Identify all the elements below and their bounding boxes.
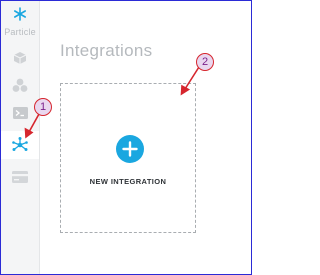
callout-2-arrow — [184, 66, 200, 90]
annotation-arrows — [24, 66, 200, 139]
callout-2-badge: 2 — [196, 53, 214, 71]
callout-2-arrowhead — [180, 84, 191, 96]
callout-1-arrow — [28, 113, 40, 133]
callout-1-arrowhead — [24, 127, 34, 139]
app-frame: Particle Integrations NEW INTEGRATION 1 … — [0, 0, 252, 275]
callout-1-badge: 1 — [34, 98, 52, 116]
